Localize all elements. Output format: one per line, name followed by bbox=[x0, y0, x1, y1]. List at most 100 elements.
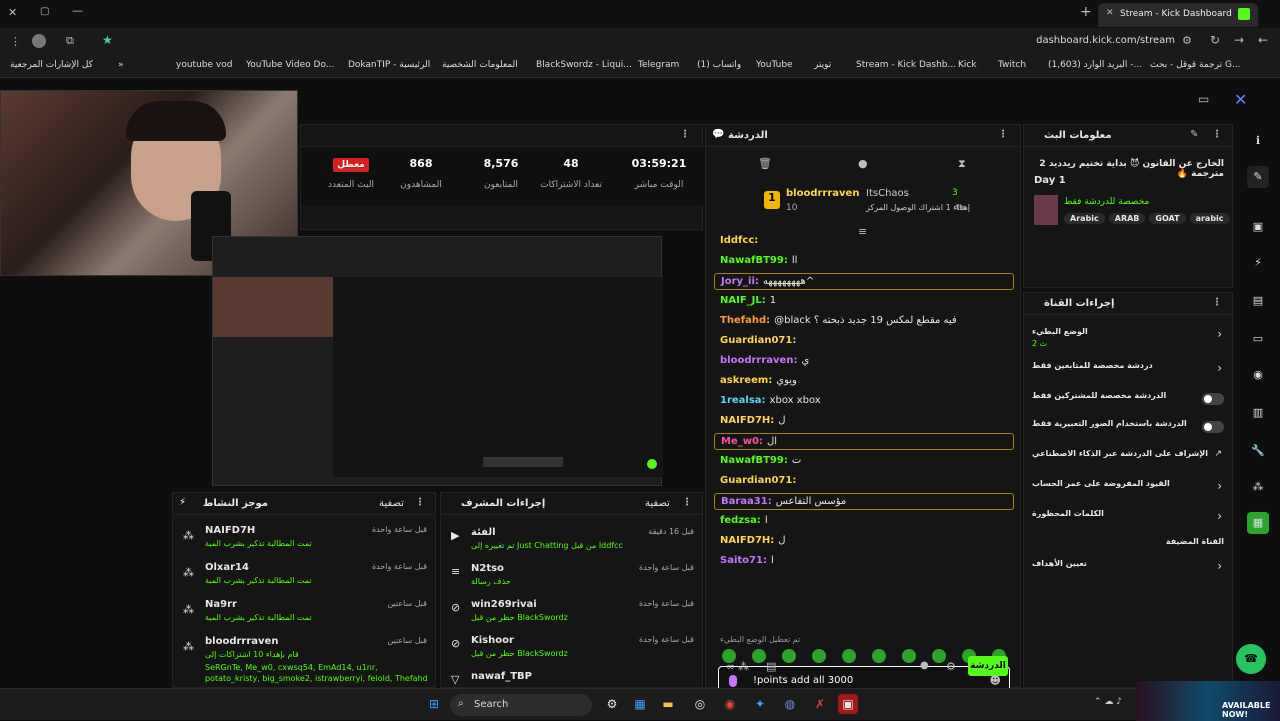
mod-user[interactable]: Kishoor bbox=[471, 635, 514, 646]
mod-user[interactable]: N2tso bbox=[471, 563, 504, 574]
toggle-switch[interactable] bbox=[1202, 421, 1224, 433]
activity-user[interactable]: NAIFD7H bbox=[205, 525, 255, 536]
channel-action-item[interactable]: الدردشة باستخدام الصور التعبيرية فقط bbox=[1024, 415, 1234, 439]
channel-action-item[interactable]: القناة المضيفة bbox=[1024, 533, 1234, 557]
chat-settings-bubble-icon[interactable]: ● bbox=[920, 660, 929, 671]
stream-tag[interactable]: GOAT bbox=[1149, 213, 1186, 224]
message-icon[interactable]: ▭ bbox=[1247, 328, 1269, 350]
pencil-icon[interactable]: ✎ bbox=[1247, 166, 1269, 188]
crop-icon[interactable]: ▣ bbox=[1247, 216, 1269, 238]
bookmark-profile[interactable]: المعلومات الشخصية bbox=[442, 60, 518, 70]
infinity-icon[interactable]: ∞ bbox=[726, 660, 735, 673]
leader-user[interactable]: bloodrrraven bbox=[786, 188, 859, 199]
stream-tag[interactable]: arabic bbox=[1189, 213, 1230, 224]
mod-menu-icon[interactable]: ⋮ bbox=[682, 497, 692, 508]
activity-filter[interactable]: تصفية bbox=[379, 498, 404, 509]
promo-banner[interactable]: AVAILABLE NOW! bbox=[1136, 681, 1280, 721]
kick-close-icon[interactable]: ✕ bbox=[1234, 90, 1247, 109]
bookmark-dokantip[interactable]: DokanTIP - الرئيسية bbox=[348, 60, 430, 70]
bookmark-star-icon[interactable]: ★ bbox=[102, 33, 113, 47]
app-icon[interactable]: ✦ bbox=[750, 694, 770, 714]
chat-username[interactable]: NAIF_JL: bbox=[720, 295, 766, 306]
bookmark-youtube-vod[interactable]: youtube vod bbox=[176, 60, 232, 70]
chat-username[interactable]: NAIFD7H: bbox=[720, 415, 774, 426]
bookmark-google-translate[interactable]: ترجمة قوقل - بحث G... bbox=[1150, 60, 1241, 70]
emote-button[interactable] bbox=[812, 649, 826, 663]
activity-user[interactable]: Olxar14 bbox=[205, 562, 249, 573]
channel-action-item[interactable]: الكلمات المحظورة › bbox=[1024, 505, 1234, 529]
emote-button[interactable] bbox=[842, 649, 856, 663]
menu-dots-icon[interactable]: ⋮ bbox=[10, 35, 21, 48]
store-app-icon[interactable]: ▦ bbox=[630, 694, 650, 714]
emote-button[interactable] bbox=[902, 649, 916, 663]
url-field[interactable]: dashboard.kick.com/stream bbox=[980, 35, 1175, 46]
new-tab-button[interactable]: + bbox=[1080, 4, 1092, 20]
bookmark-kick[interactable]: Kick bbox=[958, 60, 977, 70]
emote-button[interactable] bbox=[932, 649, 946, 663]
stats-menu-icon[interactable]: ⋮ bbox=[680, 129, 690, 140]
mod-user[interactable]: الفئة bbox=[471, 527, 496, 538]
activity-user[interactable]: bloodrrraven bbox=[205, 636, 278, 647]
window-minimize-button[interactable]: — bbox=[72, 4, 83, 17]
channel-action-item[interactable]: دردشة مخصصة للمتابعين فقط › bbox=[1024, 357, 1234, 381]
info-icon[interactable]: ℹ bbox=[1247, 130, 1269, 152]
chat-username[interactable]: Me_w0: bbox=[721, 436, 763, 447]
forward-icon[interactable]: → bbox=[1234, 33, 1244, 47]
chat-username[interactable]: NawafBT99: bbox=[720, 455, 788, 466]
explorer-icon[interactable]: ▬ bbox=[658, 694, 678, 714]
chat-username[interactable]: Jory_ii: bbox=[721, 276, 759, 287]
settings-app-icon[interactable]: ⚙ bbox=[602, 694, 622, 714]
bookmark-blackswordz[interactable]: BlackSwordz - Liqui... bbox=[536, 60, 632, 70]
chrome-icon[interactable]: ◉ bbox=[720, 694, 740, 714]
site-settings-icon[interactable]: ⚙ bbox=[1182, 34, 1192, 47]
discord-icon[interactable]: ◍ bbox=[780, 694, 800, 714]
settings-gear-icon[interactable]: ⚙ bbox=[946, 660, 956, 673]
document-icon[interactable]: ▤ bbox=[1247, 290, 1269, 312]
windows-start-icon[interactable]: ⊞ bbox=[424, 694, 444, 714]
bookmark-twitter[interactable]: تويتر bbox=[814, 60, 831, 70]
chat-username[interactable]: Guardian071: bbox=[720, 475, 796, 486]
store-icon[interactable]: ▤ bbox=[766, 660, 776, 673]
stream-tag[interactable]: Arabic bbox=[1064, 213, 1105, 224]
chat-username[interactable]: 1realsa: bbox=[720, 395, 766, 406]
app3-icon[interactable]: ▣ bbox=[838, 694, 858, 714]
active-tab[interactable]: ✕ Stream - Kick Dashboard bbox=[1098, 3, 1258, 27]
emote-button[interactable] bbox=[782, 649, 796, 663]
bookmark-youtube-video[interactable]: YouTube Video Do... bbox=[246, 60, 334, 70]
actions-menu-icon[interactable]: ⋮ bbox=[1212, 297, 1222, 308]
bookmark-all[interactable]: كل الإشارات المرجعية bbox=[10, 60, 93, 70]
tab-close-icon[interactable]: ✕ bbox=[1106, 8, 1114, 18]
activity-user[interactable]: Na9rr bbox=[205, 599, 237, 610]
chat-username[interactable]: Guardian071: bbox=[720, 335, 796, 346]
bookmark-twitch[interactable]: Twitch bbox=[998, 60, 1026, 70]
apps-icon[interactable]: ⁂ bbox=[1247, 476, 1269, 498]
edit-icon[interactable]: ✎ bbox=[1190, 129, 1198, 140]
tray-icons[interactable]: ⌃ ☁ ♪ bbox=[1094, 697, 1122, 707]
send-chat-button[interactable]: الدردشة bbox=[968, 656, 1008, 676]
chat-username[interactable]: askreem: bbox=[720, 375, 772, 386]
emote-button[interactable] bbox=[872, 649, 886, 663]
mod-filter[interactable]: تصفية bbox=[645, 498, 670, 509]
emote-button[interactable] bbox=[752, 649, 766, 663]
broadcast-icon[interactable]: ◉ bbox=[1247, 364, 1269, 386]
channel-action-item[interactable]: تعيين الأهداف › bbox=[1024, 555, 1234, 579]
info-menu-icon[interactable]: ⋮ bbox=[1212, 129, 1222, 140]
profile-avatar[interactable] bbox=[32, 34, 46, 48]
hourglass-icon[interactable]: ⧗ bbox=[958, 157, 966, 171]
channel-action-item[interactable]: القيود المفروضة على عمر الحساب › bbox=[1024, 475, 1234, 499]
chat-username[interactable]: bloodrrraven: bbox=[720, 355, 797, 366]
lightning-icon[interactable]: ⚡ bbox=[1247, 252, 1269, 274]
chat-menu-icon[interactable]: ⋮ bbox=[998, 129, 1008, 140]
taskbar-search[interactable]: ⌕ Search bbox=[450, 694, 592, 716]
trash-icon[interactable]: 🗑 bbox=[758, 157, 772, 170]
bookmark-whatsapp[interactable]: واتساب (1) bbox=[697, 60, 741, 70]
mod-user[interactable]: win269rivai bbox=[471, 599, 537, 610]
bookmark-inbox[interactable]: (1,603) البريد الوارد -... bbox=[1048, 60, 1142, 70]
category-name[interactable]: مخصصة للدردشة فقط bbox=[1064, 197, 1149, 207]
chat-username[interactable]: Baraa31: bbox=[721, 496, 772, 507]
bookmark-telegram[interactable]: Telegram bbox=[638, 60, 679, 70]
extensions-icon[interactable]: ⧉ bbox=[66, 34, 74, 48]
mic-icon[interactable] bbox=[729, 675, 737, 687]
chat-icon[interactable]: ● bbox=[858, 157, 868, 170]
window-maximize-button[interactable]: ▢ bbox=[40, 6, 49, 17]
